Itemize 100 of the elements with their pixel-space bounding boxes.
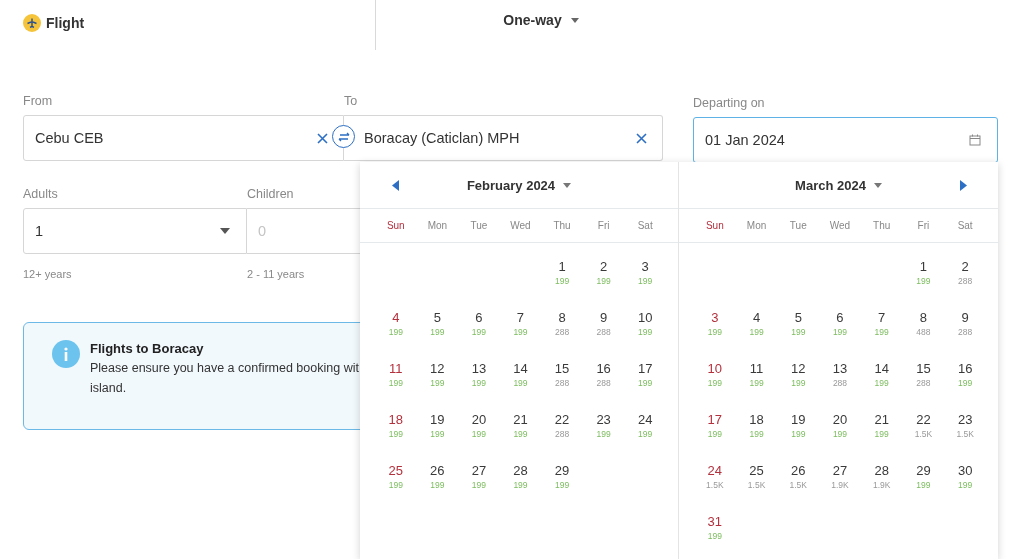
adults-dropdown[interactable]: 1 — [23, 208, 247, 254]
month-selector[interactable]: March 2024 — [795, 177, 882, 193]
calendar-day[interactable]: 6 199 — [823, 304, 857, 344]
calendar-day[interactable]: 20 199 — [461, 406, 496, 446]
fare-price: 199 — [749, 428, 764, 440]
calendar-day[interactable]: 27 199 — [461, 457, 496, 497]
calendar-day[interactable]: 11 199 — [739, 355, 774, 395]
calendar-day[interactable]: 22 1.5K — [906, 406, 941, 446]
fare-price: 199 — [874, 326, 889, 338]
calendar-day[interactable]: 19 199 — [781, 406, 816, 446]
fare-price: 199 — [388, 377, 403, 389]
calendar-day[interactable]: 12 199 — [781, 355, 816, 395]
calendar-day[interactable]: 1 199 — [906, 253, 941, 293]
calendar-day[interactable]: 17 199 — [697, 406, 732, 446]
fare-price: 199 — [916, 275, 931, 287]
calendar-day[interactable]: 26 199 — [420, 457, 455, 497]
trip-type-dropdown[interactable]: One-way — [503, 12, 579, 28]
fare-price: 199 — [513, 377, 528, 389]
fare-price: 199 — [874, 428, 889, 440]
calendar-day[interactable]: 7 199 — [864, 304, 899, 344]
calendar-day[interactable]: 25 1.5K — [739, 457, 774, 497]
calendar-day[interactable]: 3 199 — [697, 304, 732, 344]
calendar-day[interactable]: 21 199 — [864, 406, 899, 446]
calendar-day[interactable]: 5 199 — [781, 304, 816, 344]
calendar-day[interactable]: 27 1.9K — [823, 457, 857, 497]
fare-price: 199 — [513, 479, 528, 491]
calendar-day[interactable]: 17 199 — [628, 355, 663, 395]
calendar-day[interactable]: 2 288 — [948, 253, 983, 293]
calendar-day[interactable]: 10 199 — [697, 355, 732, 395]
fare-price: 288 — [596, 326, 611, 338]
calendar-day[interactable]: 28 1.9K — [864, 457, 899, 497]
calendar-day[interactable]: 23 1.5K — [948, 406, 983, 446]
month-selector[interactable]: February 2024 — [466, 177, 572, 193]
calendar-day[interactable]: 16 288 — [586, 355, 621, 395]
calendar-day[interactable]: 30 199 — [948, 457, 983, 497]
origin-field[interactable]: Cebu CEB — [23, 115, 344, 161]
previous-month-button[interactable] — [389, 177, 401, 193]
calendar-day[interactable]: 8 488 — [906, 304, 941, 344]
left-triangle-icon — [391, 179, 399, 191]
calendar-day[interactable]: 1 199 — [545, 253, 580, 293]
calendar-day[interactable]: 4 199 — [739, 304, 774, 344]
date-field[interactable]: 01 Jan 2024 — [693, 117, 998, 163]
field-label: From — [23, 94, 54, 108]
calendar-day[interactable]: 31 199 — [697, 508, 732, 548]
age-hint: 2 - 11 years — [247, 268, 306, 280]
calendar-day[interactable]: 2 199 — [586, 253, 621, 293]
calendar-day[interactable]: 7 199 — [503, 304, 538, 344]
calendar-day[interactable]: 4 199 — [378, 304, 413, 344]
calendar-day[interactable]: 9 288 — [586, 304, 621, 344]
calendar-day[interactable]: 12 199 — [420, 355, 455, 395]
calendar-day[interactable]: 13 288 — [823, 355, 857, 395]
calendar-day[interactable]: 18 199 — [378, 406, 413, 446]
calendar-day[interactable]: 28 199 — [503, 457, 538, 497]
fare-price: 288 — [832, 377, 848, 389]
calendar-day[interactable]: 15 288 — [906, 355, 941, 395]
calendar-day[interactable]: 20 199 — [823, 406, 857, 446]
calendar-day[interactable]: 11 199 — [378, 355, 413, 395]
notice-text: Please ensure you have a confirmed booking wit — [90, 360, 359, 377]
caret-icon — [220, 228, 230, 234]
calendar-day[interactable]: 9 288 — [948, 304, 983, 344]
calendar-day[interactable]: 3 199 — [628, 253, 663, 293]
fare-price: 199 — [388, 479, 403, 491]
calendar-day[interactable]: 22 288 — [545, 406, 580, 446]
fare-price: 199 — [707, 377, 722, 389]
notice-text: island. — [90, 380, 128, 397]
fare-price: 199 — [916, 479, 931, 491]
fare-price: 199 — [707, 530, 722, 542]
calendar-day[interactable]: 15 288 — [545, 355, 580, 395]
calendar-day[interactable]: 13 199 — [461, 355, 496, 395]
calendar-day[interactable]: 16 199 — [948, 355, 983, 395]
calendar-day[interactable]: 29 199 — [545, 457, 580, 497]
fare-price: 288 — [596, 377, 611, 389]
calendar-day[interactable]: 14 199 — [864, 355, 899, 395]
calendar-day[interactable]: 14 199 — [503, 355, 538, 395]
fare-price: 199 — [958, 479, 973, 491]
fare-price: 199 — [638, 275, 653, 287]
fare-price: 288 — [554, 428, 570, 440]
calendar-day[interactable]: 8 288 — [545, 304, 580, 344]
right-triangle-icon — [959, 179, 967, 191]
calendar-day[interactable]: 19 199 — [420, 406, 455, 446]
calendar-day[interactable]: 25 199 — [378, 457, 413, 497]
calendar-day[interactable]: 5 199 — [420, 304, 455, 344]
calendar-day[interactable]: 26 1.5K — [781, 457, 816, 497]
destination-field[interactable]: Boracay (Caticlan) MPH — [344, 115, 663, 161]
calendar-day[interactable]: 6 199 — [461, 304, 496, 344]
calendar-day[interactable]: 21 199 — [503, 406, 538, 446]
next-month-button[interactable] — [957, 177, 969, 193]
calendar-day[interactable]: 18 199 — [739, 406, 774, 446]
fare-price: 199 — [513, 428, 528, 440]
fare-price: 288 — [958, 275, 973, 287]
calendar-day[interactable]: 24 1.5K — [697, 457, 732, 497]
close-icon — [317, 132, 328, 144]
fare-price: 199 — [638, 377, 653, 389]
fare-price: 199 — [430, 479, 445, 491]
field-label: Children — [247, 187, 295, 201]
calendar-day[interactable]: 24 199 — [628, 406, 663, 446]
calendar-day[interactable]: 29 199 — [906, 457, 941, 497]
calendar-day[interactable]: 23 199 — [586, 406, 621, 446]
calendar-day[interactable]: 10 199 — [628, 304, 663, 344]
flight-tab[interactable]: Flight — [46, 14, 85, 32]
